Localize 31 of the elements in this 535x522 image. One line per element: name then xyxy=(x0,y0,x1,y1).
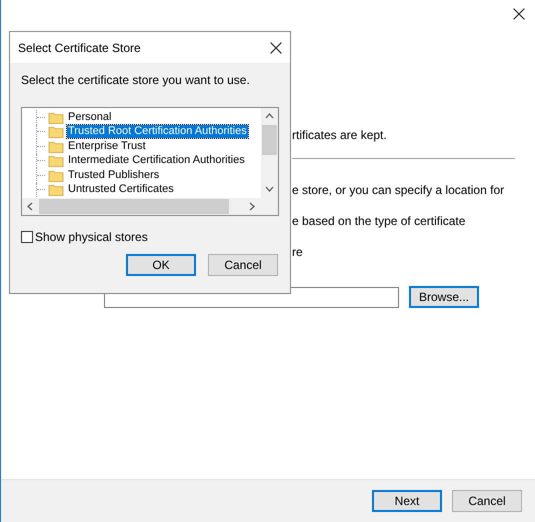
folder-icon xyxy=(48,154,64,168)
folder-icon xyxy=(48,140,64,153)
store-item[interactable]: Untrusted Certificates xyxy=(67,183,175,196)
dialog-button[interactable]: Cancel xyxy=(208,254,278,276)
dialog-title: Select Certificate Store xyxy=(18,40,141,54)
checkbox[interactable] xyxy=(21,231,33,243)
store-item[interactable]: Trusted Publishers xyxy=(67,168,160,182)
wizard-button[interactable]: Next xyxy=(372,490,442,512)
folder-icon xyxy=(48,125,64,138)
store-tree[interactable]: Personal Trusted Root Certification Authorities Enterprise Trust Intermediate Certification Authorities Trusted Publishers Untrusted Certificates xyxy=(21,107,279,216)
wizard-button[interactable]: Cancel xyxy=(452,490,522,512)
store-item[interactable]: Intermediate Certification Authorities xyxy=(67,154,246,168)
scroll-thumb[interactable] xyxy=(39,199,229,214)
instruction-text: e store, or you can specify a location for xyxy=(292,182,506,199)
close-icon[interactable] xyxy=(513,8,525,20)
scroll-thumb[interactable] xyxy=(262,125,277,155)
vertical-scrollbar[interactable] xyxy=(261,108,278,198)
dialog-prompt: Select the certificate store you want to use. xyxy=(21,73,251,87)
store-item[interactable]: Trusted Root Certification Authorities xyxy=(67,125,248,138)
browse-button[interactable]: Browse... xyxy=(409,286,479,308)
dialog-button[interactable]: OK xyxy=(126,254,196,276)
horizontal-scrollbar[interactable] xyxy=(22,198,261,215)
instruction-text: e based on the type of certificate xyxy=(292,213,466,230)
checkbox-label: Show physical stores xyxy=(35,230,148,244)
store-item[interactable]: Enterprise Trust xyxy=(67,140,147,153)
instruction-text: rtificates are kept. xyxy=(292,127,388,144)
store-item[interactable]: Personal xyxy=(67,110,112,124)
close-icon[interactable] xyxy=(270,42,282,54)
folder-icon xyxy=(48,168,64,182)
instruction-text: re xyxy=(292,244,304,261)
folder-icon xyxy=(48,110,64,124)
